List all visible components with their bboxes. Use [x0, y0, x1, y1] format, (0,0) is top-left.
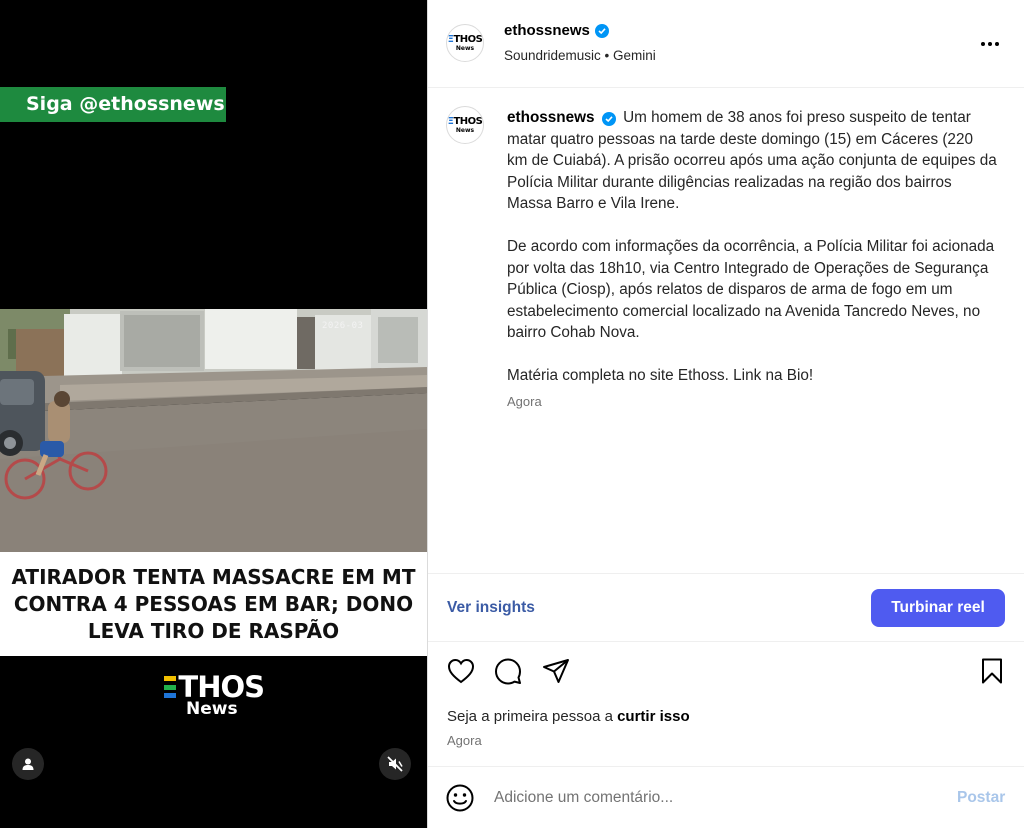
username-label[interactable]: ethossnews: [504, 22, 590, 39]
heart-icon: [447, 658, 475, 684]
comment-button[interactable]: [492, 655, 524, 687]
comment-box: Postar: [428, 766, 1024, 828]
share-icon: [543, 659, 569, 683]
emoji-button[interactable]: [445, 783, 475, 813]
muted-speaker-icon: [387, 756, 403, 772]
caption-username[interactable]: ethossnews: [507, 109, 595, 126]
post-comment-button[interactable]: Postar: [957, 789, 1005, 807]
post-panel: ΞTHOS News ethossnews Soundridemusic • G…: [427, 0, 1024, 828]
caption-timestamp: Agora: [507, 394, 542, 409]
audio-subtitle[interactable]: Soundridemusic • Gemini: [504, 48, 656, 63]
action-bar: [428, 655, 1024, 695]
post-timestamp: Agora: [447, 733, 482, 748]
caption-paragraph-3: Matéria completa no site Ethoss. Link na…: [507, 367, 814, 384]
view-insights-link[interactable]: Ver insights: [447, 599, 535, 617]
likes-summary: Seja a primeira pessoa a curtir isso: [447, 708, 690, 725]
insights-row: Ver insights Turbinar reel: [428, 575, 1024, 642]
reel-media[interactable]: Siga @ethossnews 2026-03 ATIRADOR TENTA …: [0, 0, 427, 828]
brand-e-mark: [164, 676, 177, 698]
video-frame[interactable]: 2026-03: [0, 309, 427, 552]
bookmark-icon: [982, 658, 1002, 684]
caption-area: ΞTHOS News ethossnews Um homem de 38 ano…: [428, 88, 1024, 574]
cctv-street-scene: [0, 309, 427, 552]
more-horizontal-icon: [981, 42, 985, 46]
avatar[interactable]: ΞTHOS News: [446, 24, 484, 62]
caption-avatar[interactable]: ΞTHOS News: [446, 106, 484, 144]
caption-paragraph-2: De acordo com informações da ocorrência,…: [507, 238, 995, 341]
post-author[interactable]: ethossnews: [504, 22, 609, 39]
emoji-icon: [446, 784, 474, 812]
share-button[interactable]: [540, 655, 572, 687]
post-header: ΞTHOS News ethossnews Soundridemusic • G…: [428, 0, 1024, 88]
boost-reel-button[interactable]: Turbinar reel: [871, 589, 1005, 627]
ethos-news-logo: THOS News: [164, 670, 265, 718]
headline-text: ATIRADOR TENTA MASSACRE EM MT CONTRA 4 P…: [11, 564, 416, 643]
more-options-button[interactable]: [978, 32, 1002, 56]
verified-badge-icon: [594, 23, 609, 38]
headline-box: ATIRADOR TENTA MASSACRE EM MT CONTRA 4 P…: [0, 552, 427, 656]
comment-icon: [495, 658, 521, 685]
save-button[interactable]: [976, 655, 1008, 687]
like-button[interactable]: [445, 655, 477, 687]
mute-button[interactable]: [379, 748, 411, 780]
verified-badge-icon: [601, 112, 616, 126]
like-this-link[interactable]: curtir isso: [617, 708, 690, 725]
brand-top-text: THOS: [178, 670, 265, 704]
user-icon: [22, 758, 34, 770]
video-timestamp: 2026-03: [322, 321, 364, 331]
likes-prefix: Seja a primeira pessoa a: [447, 708, 618, 725]
comment-input[interactable]: [494, 784, 934, 812]
follow-banner: Siga @ethossnews: [0, 87, 226, 122]
tagged-users-button[interactable]: [12, 748, 44, 780]
caption-text: ethossnews Um homem de 38 anos foi preso…: [507, 107, 997, 387]
